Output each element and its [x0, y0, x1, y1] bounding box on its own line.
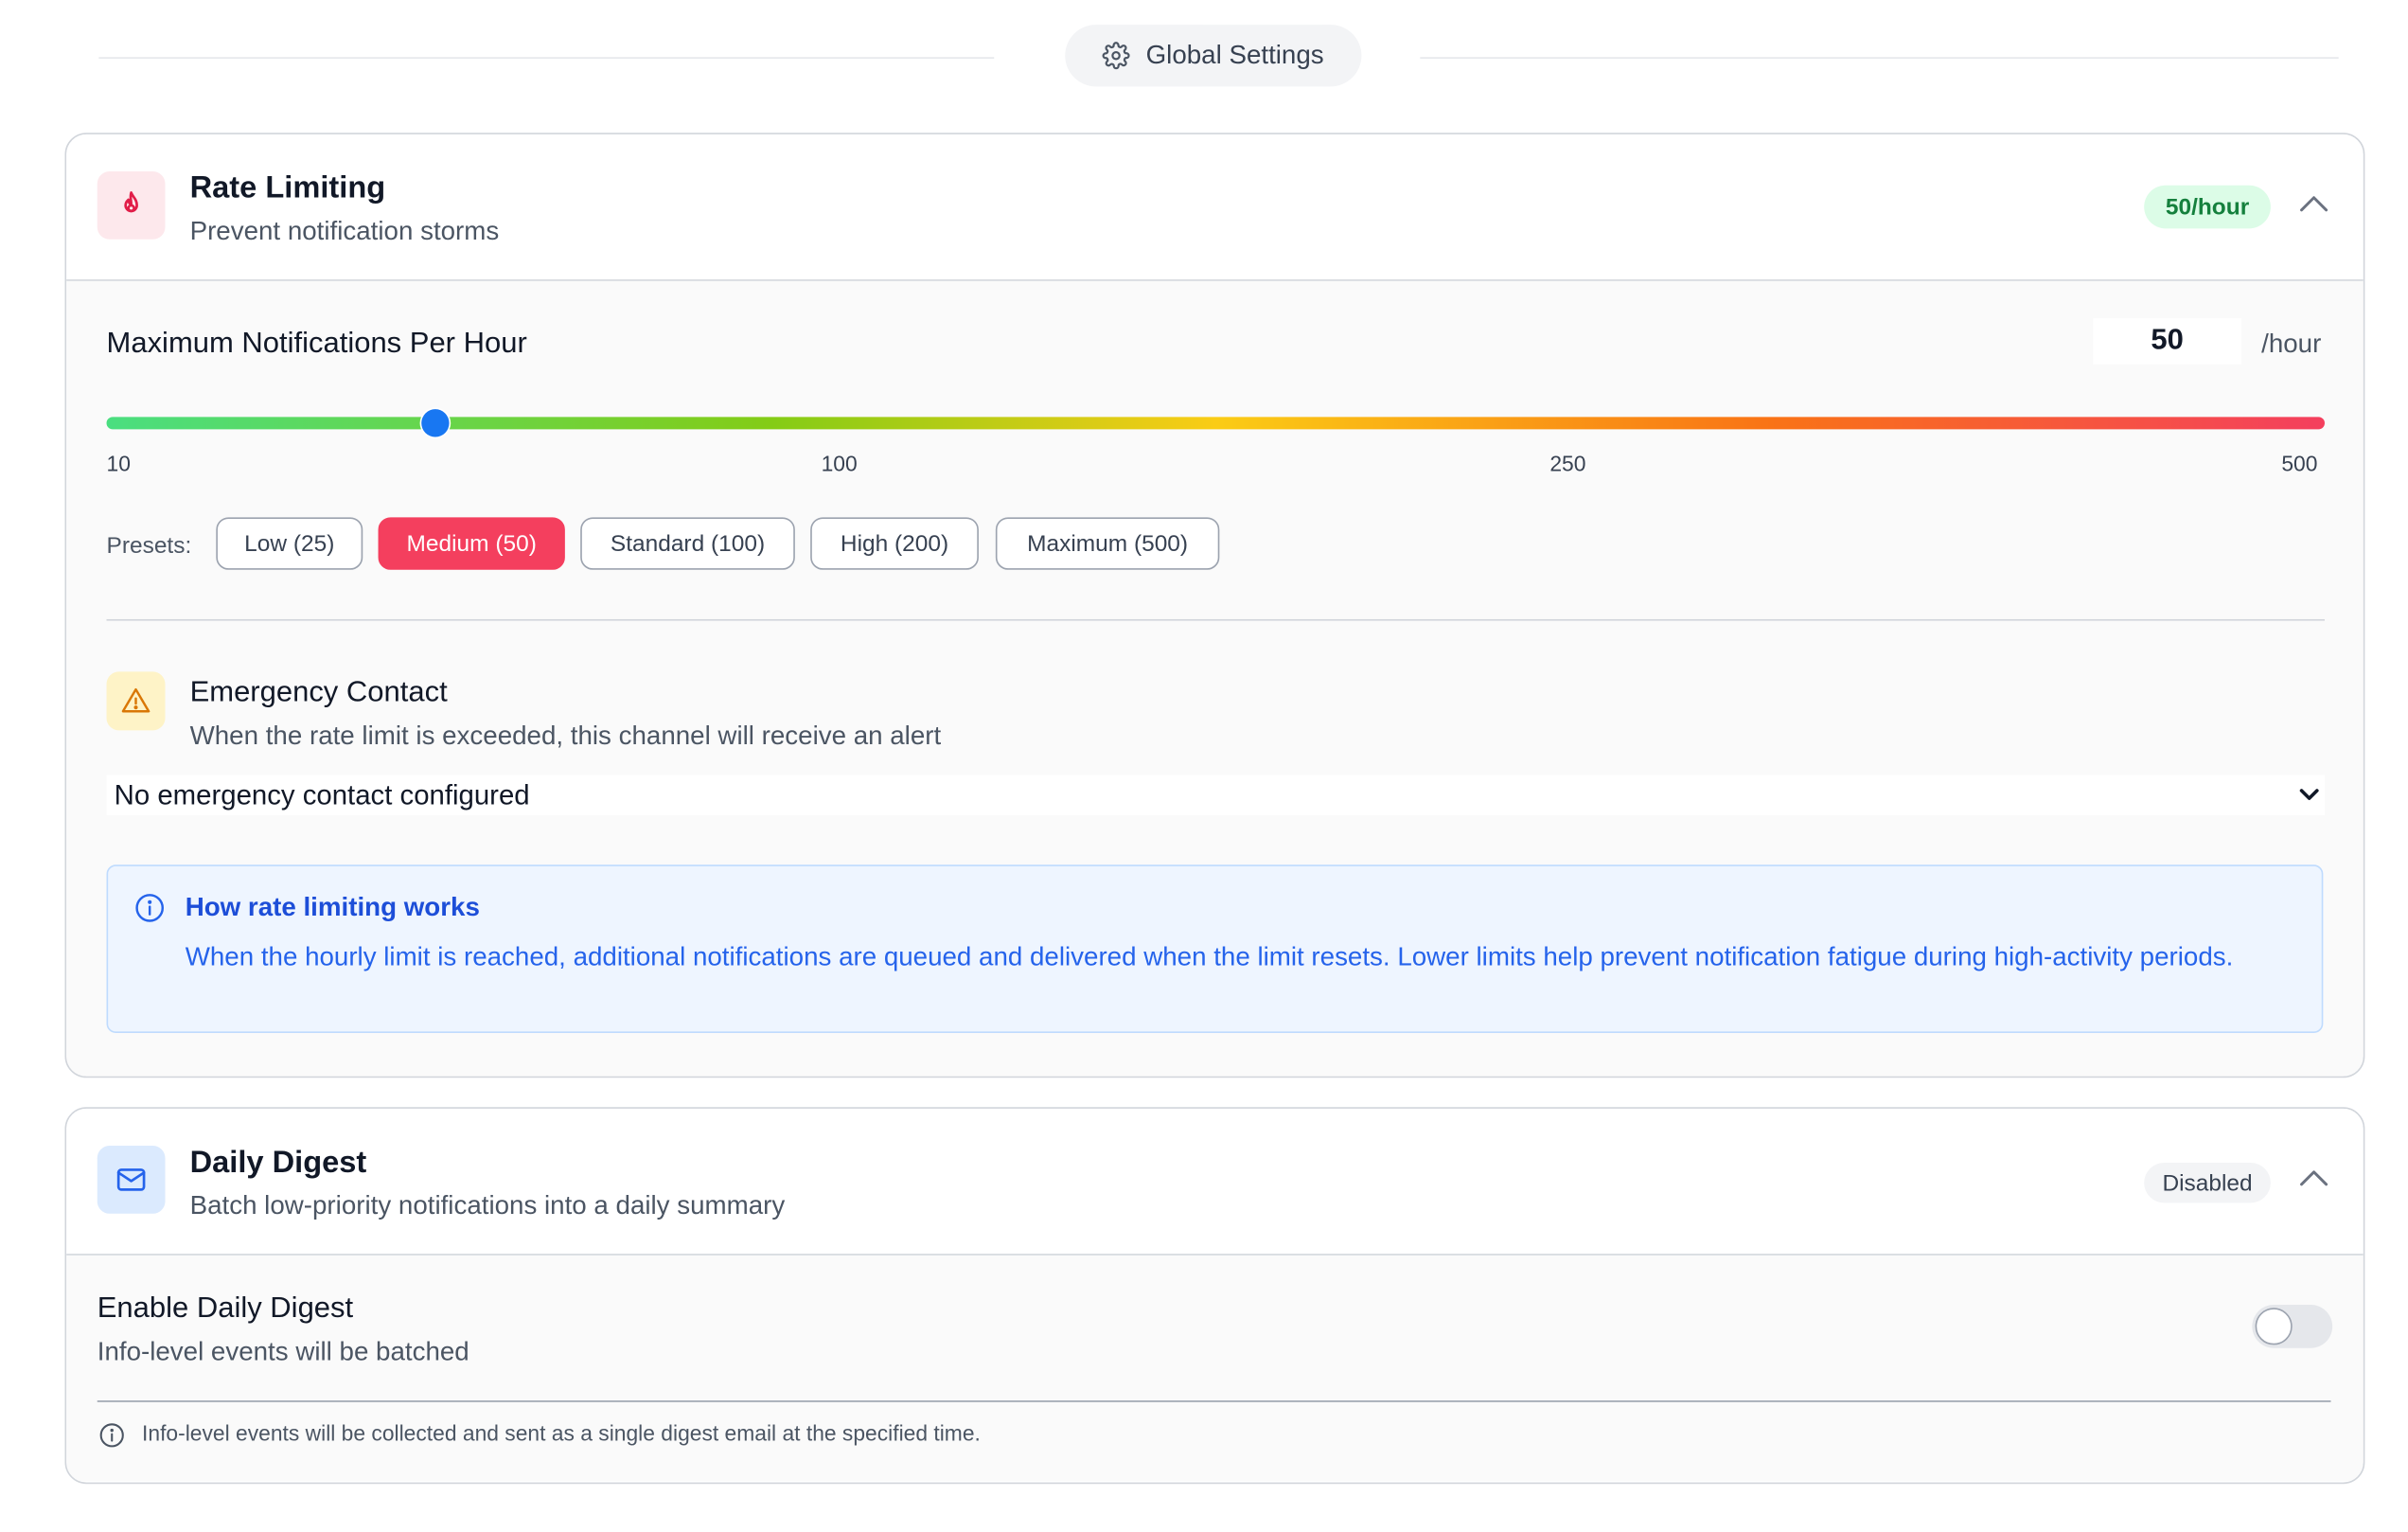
emergency-contact-subtitle: When the rate limit is exceeded, this ch…	[189, 721, 942, 751]
enable-digest-sub: Info-level events will be batched	[97, 1337, 469, 1367]
global-settings-label: Global Settings	[1065, 25, 1362, 87]
rate-limit-badge: 50/hour	[2144, 185, 2271, 229]
warning-triangle-icon	[121, 687, 150, 713]
mail-icon	[116, 1168, 146, 1191]
divider-line-right	[1420, 57, 2339, 59]
rate-limit-info-box: How rate limiting works When the hourly …	[106, 864, 2324, 1034]
preset-medium-button[interactable]: Medium (50)	[378, 517, 565, 570]
rate-limiting-icon-box	[97, 171, 166, 240]
rate-limiting-body: Maximum Notifications Per Hour /hour 10 …	[66, 280, 2364, 1077]
global-settings-text: Global Settings	[1145, 40, 1324, 70]
daily-digest-card: Daily Digest Batch low-priority notifica…	[64, 1107, 2365, 1485]
rate-slider-thumb[interactable]	[421, 409, 450, 437]
toggle-knob	[2255, 1308, 2293, 1345]
digest-separator	[97, 1400, 2331, 1402]
digest-status-badge: Disabled	[2144, 1162, 2271, 1203]
emergency-icon-box	[106, 671, 166, 731]
chevron-up-icon[interactable]	[2298, 193, 2329, 215]
preset-maximum-button[interactable]: Maximum (500)	[995, 517, 1220, 570]
divider-line-left	[98, 57, 995, 59]
rate-limiting-header[interactable]: Rate Limiting Prevent notification storm…	[66, 134, 2364, 281]
enable-digest-label: Enable Daily Digest	[97, 1292, 354, 1326]
rate-limiting-card: Rate Limiting Prevent notification storm…	[64, 133, 2365, 1078]
max-notifications-label: Maximum Notifications Per Hour	[106, 327, 527, 360]
section-divider: Global Settings	[0, 25, 2408, 89]
flame-icon	[124, 191, 138, 213]
emergency-contact-title: Emergency Contact	[189, 676, 448, 709]
digest-note: Info-level events will be collected and …	[142, 1420, 981, 1446]
max-notifications-input[interactable]	[2093, 317, 2241, 365]
slider-tick-500: 500	[2281, 451, 2318, 476]
info-title: How rate limiting works	[185, 892, 480, 922]
presets-label: Presets:	[106, 532, 192, 560]
info-icon	[135, 894, 165, 922]
chevron-down-icon	[2299, 789, 2319, 800]
daily-digest-body: Enable Daily Digest Info-level events wi…	[66, 1255, 2364, 1481]
gear-icon	[1103, 42, 1131, 70]
info-icon	[99, 1423, 124, 1448]
preset-standard-button[interactable]: Standard (100)	[580, 517, 795, 570]
daily-digest-subtitle: Batch low-priority notifications into a …	[189, 1190, 786, 1220]
emergency-contact-value: No emergency contact configured	[114, 778, 530, 811]
chevron-up-icon[interactable]	[2298, 1167, 2329, 1189]
preset-high-button[interactable]: High (200)	[810, 517, 979, 570]
daily-digest-title: Daily Digest	[189, 1146, 367, 1180]
rate-limiting-title: Rate Limiting	[189, 171, 386, 205]
section-separator	[106, 618, 2325, 621]
daily-digest-header[interactable]: Daily Digest Batch low-priority notifica…	[66, 1108, 2364, 1256]
slider-tick-100: 100	[821, 451, 858, 476]
daily-digest-icon-box	[97, 1146, 166, 1214]
rate-limiting-subtitle: Prevent notification storms	[189, 216, 500, 246]
preset-low-button[interactable]: Low (25)	[216, 517, 363, 570]
emergency-contact-select[interactable]: No emergency contact configured	[106, 775, 2325, 816]
enable-digest-toggle[interactable]	[2252, 1305, 2333, 1348]
info-text: When the hourly limit is reached, additi…	[185, 941, 2234, 971]
slider-tick-10: 10	[106, 451, 131, 476]
slider-tick-250: 250	[1549, 451, 1586, 476]
unit-label: /hour	[2261, 329, 2322, 359]
settings-page: Global Settings Rate Limiting Prevent no…	[0, 0, 2408, 1528]
